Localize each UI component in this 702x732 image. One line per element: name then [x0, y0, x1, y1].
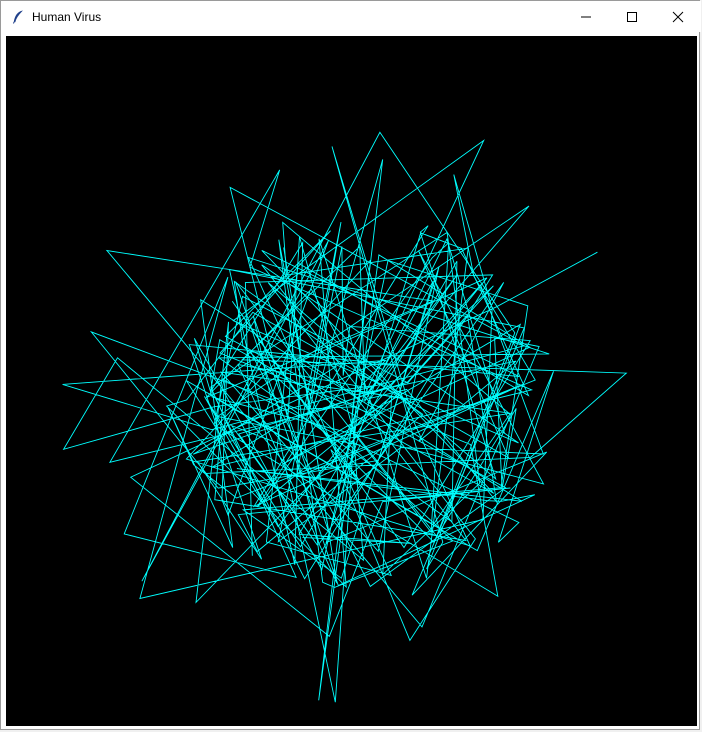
maximize-button[interactable] — [609, 1, 655, 32]
close-icon — [672, 11, 684, 22]
title-bar[interactable]: Human Virus — [1, 1, 701, 32]
virus-line-path — [62, 131, 628, 703]
virus-drawing — [62, 131, 628, 703]
window-controls — [563, 1, 701, 32]
window-title: Human Virus — [32, 9, 102, 24]
minimize-icon — [581, 16, 591, 17]
close-button[interactable] — [655, 1, 701, 32]
maximize-icon — [627, 11, 637, 22]
drawing-canvas[interactable] — [6, 36, 697, 726]
feather-icon — [10, 9, 26, 25]
minimize-button[interactable] — [563, 1, 609, 32]
app-window: Human Virus — [0, 0, 701, 730]
